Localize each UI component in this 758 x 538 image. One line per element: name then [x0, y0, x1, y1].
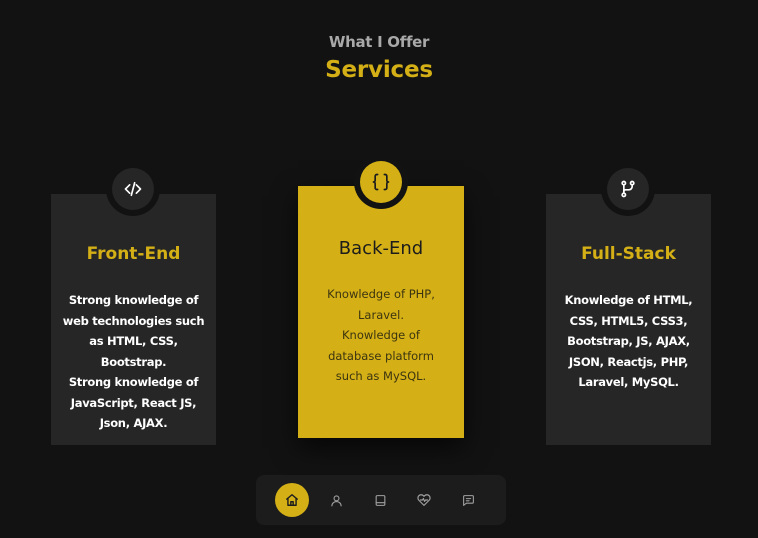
description-line: Knowledge of: [342, 328, 420, 342]
bottom-nav: [256, 475, 506, 525]
description-line: CSS, HTML5, CSS3,: [569, 313, 688, 328]
service-title: Front-End: [86, 244, 181, 264]
service-card-back-end: Back-End Knowledge of PHP, Laravel. Know…: [298, 186, 464, 438]
description-line: Knowledge of HTML,: [564, 293, 693, 307]
nav-about[interactable]: [319, 483, 353, 517]
description-line: Laravel, MySQL.: [578, 375, 679, 389]
nav-services[interactable]: [407, 483, 441, 517]
section-subtitle: What I Offer: [328, 33, 430, 51]
description-line: Laravel.: [358, 307, 404, 322]
description-line: Bootstrap.: [100, 354, 167, 369]
services-page: What I Offer Services Front-End Strong k…: [0, 0, 758, 538]
description-line: such as MySQL.: [335, 369, 427, 383]
home-icon: [286, 494, 298, 506]
nav-home[interactable]: [275, 483, 309, 517]
service-title: Back-End: [338, 238, 424, 259]
description-line: database platform: [328, 348, 434, 363]
heart-icon: [417, 494, 431, 506]
service-badge: [106, 162, 160, 216]
service-description: Knowledge of PHP, Laravel. Knowledge of …: [312, 284, 450, 387]
description-line: web technologies such: [62, 313, 205, 328]
nav-experience[interactable]: [363, 483, 397, 517]
description-line: Strong knowledge of: [68, 293, 199, 307]
message-icon: [462, 494, 474, 506]
nav-contact[interactable]: [451, 483, 485, 517]
user-icon: [330, 494, 342, 506]
description-line: Json, AJAX.: [99, 416, 168, 430]
service-badge: [354, 155, 408, 209]
service-card-front-end: Front-End Strong knowledge of web techno…: [51, 194, 216, 445]
service-title: Full-Stack: [581, 244, 676, 264]
service-description: Knowledge of HTML, CSS, HTML5, CSS3, Boo…: [554, 290, 703, 393]
code-icon: [124, 181, 142, 197]
description-line: Knowledge of PHP,: [327, 287, 435, 301]
git-branch-icon: [621, 180, 635, 198]
book-icon: [375, 494, 385, 506]
description-line: JSON, Reactjs, PHP,: [568, 354, 689, 369]
description-line: as HTML, CSS,: [89, 334, 178, 348]
description-line: JavaScript, React JS,: [70, 395, 197, 410]
section-title: Services: [325, 57, 433, 83]
braces-icon: [372, 173, 390, 191]
service-badge: [601, 162, 655, 216]
service-card-full-stack: Full-Stack Knowledge of HTML, CSS, HTML5…: [546, 194, 711, 445]
description-line: Strong knowledge of: [68, 375, 199, 389]
service-description: Strong knowledge of web technologies suc…: [59, 290, 208, 434]
description-line: Bootstrap, JS, AJAX,: [567, 334, 690, 348]
